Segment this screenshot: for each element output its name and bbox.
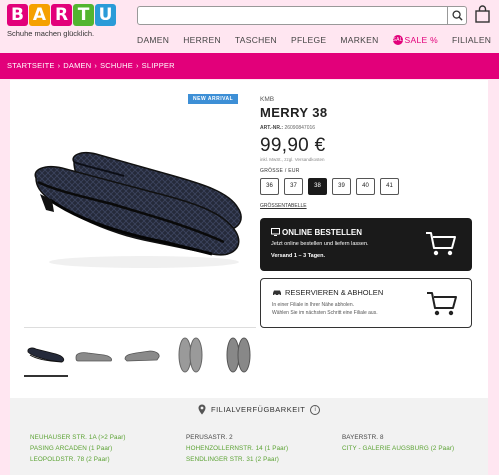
- store-item[interactable]: SENDLINGER STR. 31 (2 Paar): [186, 456, 342, 463]
- logo[interactable]: BARTU: [7, 4, 116, 26]
- thumbnail-2[interactable]: [72, 333, 116, 377]
- tagline: Schuhe machen glücklich.: [7, 29, 95, 38]
- cart-button[interactable]: [474, 5, 491, 23]
- store-item[interactable]: BAYERSTR. 8: [342, 434, 470, 441]
- search-icon: [452, 10, 463, 21]
- nav-marken[interactable]: MARKEN: [340, 35, 378, 45]
- breadcrumb-schuhe[interactable]: SCHUHE: [100, 61, 133, 70]
- new-arrival-badge: NEW ARRIVAL: [188, 94, 239, 104]
- product-shoe-image: [34, 151, 242, 268]
- shopping-cart-icon: [426, 232, 456, 256]
- store-item[interactable]: CITY - GALERIE AUGSBURG (2 Paar): [342, 445, 470, 452]
- article-number-label: ART.-NR.:: [260, 125, 284, 131]
- store-item[interactable]: PERUSASTR. 2: [186, 434, 342, 441]
- thumbnail-4[interactable]: [168, 333, 212, 377]
- logo-letter: T: [73, 4, 94, 26]
- nav-sale[interactable]: SALE SALE %: [392, 35, 438, 45]
- shopping-cart-icon: [427, 292, 457, 316]
- site-header: BARTU Schuhe machen glücklich. DAMEN HER…: [0, 0, 499, 50]
- reserve-pickup-desc: In einer Filiale in Ihrer Nähe abholen. …: [272, 301, 378, 317]
- product-image[interactable]: [24, 92, 256, 324]
- store-item[interactable]: PASING ARCADEN (1 Paar): [30, 445, 186, 452]
- info-icon[interactable]: i: [310, 404, 321, 415]
- image-divider: [24, 327, 256, 328]
- thumbnail-3[interactable]: [120, 333, 164, 377]
- shoe-sole-thumb-image: [178, 337, 203, 373]
- size-option[interactable]: 37: [284, 178, 303, 195]
- size-option[interactable]: 36: [260, 178, 279, 195]
- breadcrumb: STARTSEITE › DAMEN › SCHUHE › SLIPPER: [7, 61, 175, 70]
- product-price: 99,90 €: [260, 135, 326, 156]
- size-table-link[interactable]: GRÖSSENTABELLE: [260, 203, 307, 209]
- product-panel: NEW ARRIVAL KMB MERRY 38 ART.-NR.: 26090…: [10, 80, 488, 475]
- store-item[interactable]: NEUHAUSER STR. 1A (>2 Paar): [30, 434, 186, 441]
- monitor-icon: [271, 228, 280, 236]
- breadcrumb-startseite[interactable]: STARTSEITE: [7, 61, 55, 70]
- nav-pflege[interactable]: PFLEGE: [291, 35, 326, 45]
- size-option[interactable]: 39: [332, 178, 351, 195]
- price-note: inkl. MwSt., zzgl. Versandkosten: [260, 157, 325, 162]
- shoe-thumb-image: [27, 347, 65, 363]
- nav-sale-label: SALE %: [404, 35, 438, 45]
- breadcrumb-bar: STARTSEITE › DAMEN › SCHUHE › SLIPPER: [0, 53, 499, 79]
- thumbnail-strip: [24, 333, 260, 377]
- nav-filialen[interactable]: FILIALEN: [452, 35, 491, 45]
- breadcrumb-damen[interactable]: DAMEN: [63, 61, 91, 70]
- search-input[interactable]: [138, 8, 443, 26]
- breadcrumb-slipper[interactable]: SLIPPER: [142, 61, 175, 70]
- product-name: MERRY 38: [260, 105, 328, 120]
- availability-title: FILIALVERFÜGBARKEIT: [211, 405, 306, 414]
- nav-taschen[interactable]: TASCHEN: [235, 35, 277, 45]
- online-order-delivery: Versand 1 – 3 Tagen.: [271, 253, 326, 259]
- store-availability: FILIALVERFÜGBARKEIT i NEUHAUSER STR. 1A …: [10, 398, 488, 475]
- store-item[interactable]: LEOPOLDSTR. 78 (2 Paar): [30, 456, 186, 463]
- shoe-top-thumb-image: [226, 337, 251, 373]
- article-number-value: 26090847016: [284, 125, 316, 131]
- nav-herren[interactable]: HERREN: [183, 35, 221, 45]
- thumbnail-5[interactable]: [216, 333, 260, 377]
- size-selector: 36 37 38 39 40 41: [260, 178, 399, 195]
- availability-header: FILIALVERFÜGBARKEIT i: [198, 404, 321, 415]
- search-button[interactable]: [447, 6, 467, 25]
- shopping-bag-icon: [475, 5, 490, 23]
- shoe-side-thumb-image: [124, 350, 160, 362]
- shoe-side-thumb-image: [75, 352, 112, 362]
- logo-letter: U: [95, 4, 116, 26]
- location-pin-icon: [198, 404, 206, 415]
- product-brand[interactable]: KMB: [260, 96, 274, 103]
- thumbnail-1[interactable]: [24, 333, 68, 377]
- nav-damen[interactable]: DAMEN: [137, 35, 169, 45]
- reserve-pickup-button[interactable]: RESERVIEREN & ABHOLEN In einer Filiale i…: [260, 278, 472, 328]
- main-nav: DAMEN HERREN TASCHEN PFLEGE MARKEN SALE …: [137, 35, 499, 45]
- reserve-pickup-title: RESERVIEREN & ABHOLEN: [285, 288, 384, 297]
- sale-badge-icon: SALE: [392, 35, 407, 45]
- reserve-pickup-desc-line2: Wählen Sie im nächsten Schritt eine Fili…: [272, 310, 378, 316]
- size-option[interactable]: 41: [380, 178, 399, 195]
- logo-letter: R: [51, 4, 72, 26]
- breadcrumb-separator: ›: [135, 61, 139, 70]
- article-number: ART.-NR.: 26090847016: [260, 125, 315, 131]
- breadcrumb-separator: ›: [94, 61, 98, 70]
- size-option[interactable]: 40: [356, 178, 375, 195]
- store-list: NEUHAUSER STR. 1A (>2 Paar) PERUSASTR. 2B…: [30, 434, 470, 463]
- reserve-pickup-desc-line1: In einer Filiale in Ihrer Nähe abholen.: [272, 302, 354, 308]
- search-box[interactable]: [137, 6, 467, 26]
- online-order-button[interactable]: ONLINE BESTELLEN Jetzt online bestellen …: [260, 218, 472, 271]
- store-item[interactable]: HOHENZOLLERNSTR. 14 (1 Paar): [186, 445, 342, 452]
- logo-letter: B: [7, 4, 28, 26]
- size-option-selected[interactable]: 38: [308, 178, 327, 195]
- online-order-desc: Jetzt online bestellen und liefern lasse…: [271, 241, 369, 247]
- breadcrumb-separator: ›: [57, 61, 61, 70]
- online-order-title: ONLINE BESTELLEN: [282, 228, 363, 237]
- logo-letter: A: [29, 4, 50, 26]
- size-label: GRÖSSE / EUR: [260, 168, 300, 174]
- car-icon: [273, 290, 281, 296]
